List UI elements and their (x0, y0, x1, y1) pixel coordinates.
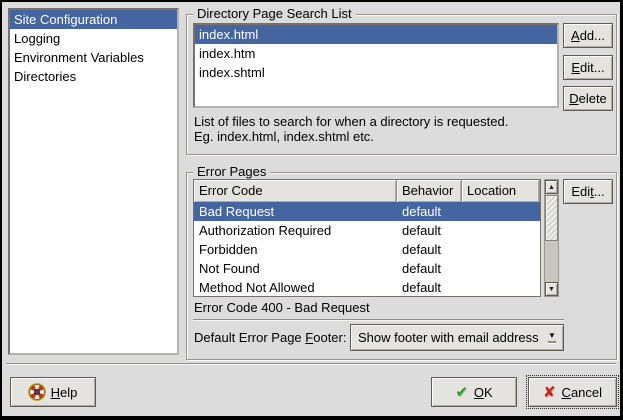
action-area-separator (6, 363, 616, 365)
footer-separator (193, 319, 564, 321)
dropdown-arrow-icon: ▼ (541, 332, 563, 343)
dropdown-arrow-bar (548, 341, 556, 343)
up-arrow-icon: ▲ (548, 184, 555, 191)
error-page-row[interactable]: Not Founddefault (194, 259, 540, 278)
dropdown-arrow-glyph: ▼ (548, 332, 556, 340)
column-header-behavior[interactable]: Behavior (397, 180, 462, 202)
footer-dropdown-value: Show footer with email address (351, 330, 541, 345)
category-item[interactable]: Site Configuration (10, 10, 177, 29)
caption-line-1: List of files to search for when a direc… (194, 114, 508, 129)
error-edit-button[interactable]: Edit... (563, 179, 613, 204)
directory-search-frame-title: Directory Page Search List (193, 6, 356, 21)
ok-button-label: OK (474, 385, 493, 400)
error-pages-table-header: Error Code Behavior Location (194, 180, 540, 202)
cancel-button-label: Cancel (562, 385, 602, 400)
cell-error-code: Bad Request (194, 202, 397, 221)
footer-dropdown[interactable]: Show footer with email address ▼ (350, 324, 564, 351)
error-pages-frame-title: Error Pages (193, 164, 270, 179)
error-pages-table-body: Bad RequestdefaultAuthorization Required… (194, 202, 540, 297)
edit-button[interactable]: Edit... (563, 55, 613, 80)
cell-error-code: Not Found (194, 259, 397, 278)
file-list-item[interactable]: index.shtml (195, 63, 557, 82)
cell-behavior: default (397, 259, 462, 278)
delete-button-label: Delete (569, 91, 607, 106)
error-page-row[interactable]: Forbiddendefault (194, 240, 540, 259)
edit-button-label: Edit... (571, 60, 604, 75)
scroll-down-button[interactable]: ▼ (545, 282, 558, 296)
category-list[interactable]: Site ConfigurationLoggingEnvironment Var… (8, 8, 179, 355)
help-button-label: Help (51, 385, 78, 400)
http-config-dialog: Site ConfigurationLoggingEnvironment Var… (2, 2, 620, 416)
cell-error-code: Authorization Required (194, 221, 397, 240)
ok-button[interactable]: ✔ OK (431, 377, 517, 407)
file-list-item[interactable]: index.htm (195, 44, 557, 63)
down-arrow-icon: ▼ (548, 286, 555, 293)
caption-line-2: Eg. index.html, index.shtml etc. (194, 129, 508, 144)
error-page-row[interactable]: Bad Requestdefault (194, 202, 540, 221)
help-button[interactable]: Help (10, 377, 96, 407)
error-pages-frame: Error Pages Error Code Behavior Location… (186, 172, 617, 360)
help-lifebuoy-icon (29, 384, 45, 400)
cell-error-code: Forbidden (194, 240, 397, 259)
directory-search-caption: List of files to search for when a direc… (194, 114, 508, 144)
cell-behavior: default (397, 221, 462, 240)
cancel-button[interactable]: ✘ Cancel (528, 377, 617, 407)
cell-behavior: default (397, 240, 462, 259)
cancel-button-focus-ring: ✘ Cancel (526, 375, 619, 409)
ok-check-icon: ✔ (455, 385, 468, 400)
category-item[interactable]: Environment Variables (10, 48, 177, 67)
column-header-error-code[interactable]: Error Code (194, 180, 397, 202)
footer-label: Default Error Page Footer: (194, 330, 346, 345)
scroll-up-button[interactable]: ▲ (545, 180, 558, 194)
cell-behavior: default (397, 278, 462, 297)
add-button[interactable]: Add... (563, 23, 613, 48)
cell-location (462, 259, 540, 278)
cell-location (462, 240, 540, 259)
cell-behavior: default (397, 202, 462, 221)
cell-location (462, 202, 540, 221)
delete-button[interactable]: Delete (563, 86, 613, 111)
error-code-status: Error Code 400 - Bad Request (194, 300, 370, 315)
add-button-label: Add... (571, 28, 605, 43)
error-page-row[interactable]: Method Not Alloweddefault (194, 278, 540, 297)
cell-location (462, 278, 540, 297)
file-list-item[interactable]: index.html (195, 25, 557, 44)
directory-file-list[interactable]: index.htmlindex.htmindex.shtml (193, 23, 559, 108)
category-item[interactable]: Logging (10, 29, 177, 48)
error-edit-button-label: Edit... (571, 184, 604, 199)
category-item[interactable]: Directories (10, 67, 177, 86)
error-pages-table[interactable]: Error Code Behavior Location Bad Request… (193, 179, 541, 297)
column-header-location[interactable]: Location (462, 180, 540, 202)
cancel-x-icon: ✘ (543, 385, 556, 400)
cell-error-code: Method Not Allowed (194, 278, 397, 297)
scrollbar-thumb[interactable] (545, 195, 558, 241)
error-pages-scrollbar[interactable]: ▲ ▼ (544, 179, 559, 297)
cell-location (462, 221, 540, 240)
error-page-row[interactable]: Authorization Requireddefault (194, 221, 540, 240)
directory-search-frame: Directory Page Search List index.htmlind… (186, 14, 617, 155)
